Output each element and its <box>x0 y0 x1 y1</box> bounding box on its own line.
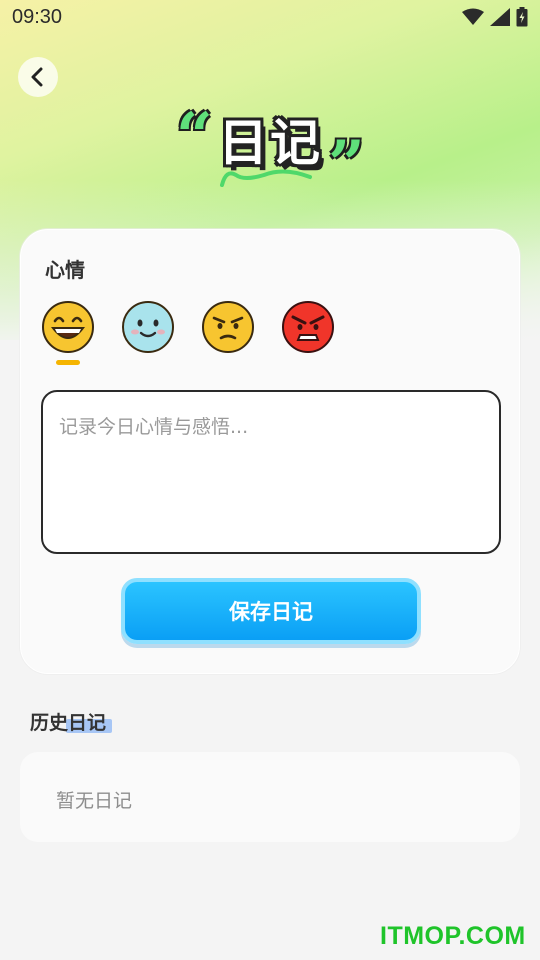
cellular-signal-icon <box>490 8 510 26</box>
battery-charging-icon <box>516 7 528 27</box>
history-list: 暂无日记 <box>20 752 520 842</box>
mood-option-calm[interactable] <box>121 300 175 354</box>
back-button[interactable] <box>18 57 58 97</box>
wifi-icon <box>462 8 484 25</box>
selected-mood-indicator <box>56 360 80 365</box>
mood-option-angry[interactable] <box>281 300 335 354</box>
grinning-face-icon <box>42 301 94 353</box>
annoyed-face-icon <box>202 301 254 353</box>
mood-option-annoyed[interactable] <box>201 300 255 354</box>
chevron-left-icon <box>31 67 43 87</box>
status-icons <box>462 7 528 27</box>
watermark: ITMOP.COM <box>380 922 526 950</box>
mood-label: 心情 <box>45 258 85 282</box>
history-title: 历史日记 <box>30 712 107 734</box>
history-empty-state: 暂无日记 <box>56 790 133 812</box>
quote-open-mark: “ <box>176 99 213 174</box>
diary-text-input[interactable] <box>41 390 501 554</box>
smiling-face-icon <box>122 301 174 353</box>
angry-face-icon <box>282 301 334 353</box>
mood-option-happy[interactable] <box>41 300 95 365</box>
diary-entry-card: 心情 记录今日心情与感悟... 保存日记 <box>20 229 520 674</box>
mood-selector <box>41 300 335 365</box>
status-bar: 09:30 <box>0 0 540 34</box>
status-time: 09:30 <box>12 5 63 28</box>
save-diary-button[interactable]: 保存日记 <box>121 578 421 644</box>
page-title: “ 日记 ” <box>170 95 370 202</box>
title-swirl-decoration <box>220 169 312 187</box>
